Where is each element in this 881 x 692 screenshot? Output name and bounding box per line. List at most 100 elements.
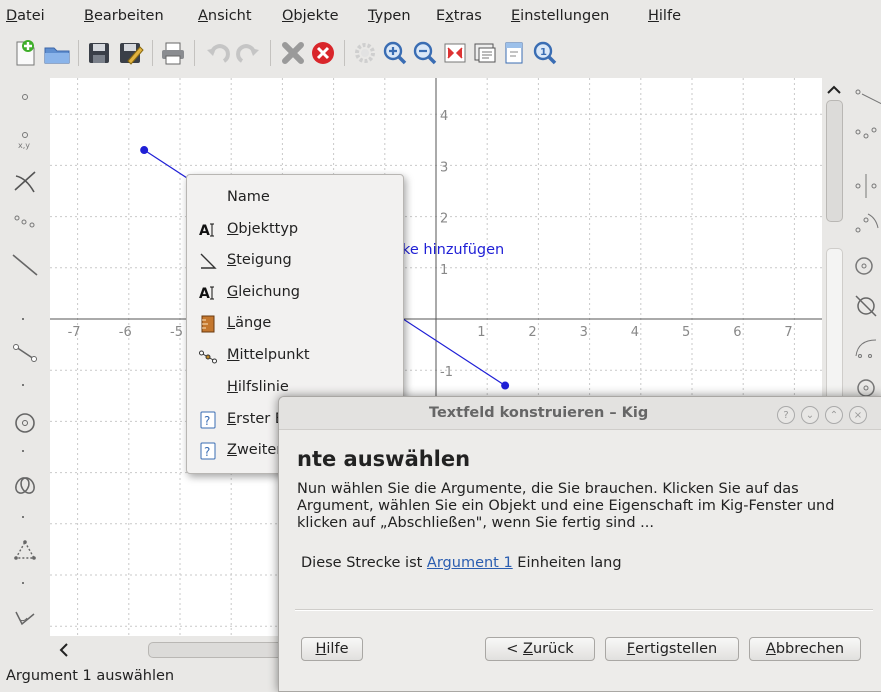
back-button[interactable]: < Zurück: [485, 637, 595, 661]
y-tick-label: 4: [440, 109, 448, 124]
toolbar: 1: [0, 30, 881, 76]
whats-this-icon[interactable]: ?: [777, 406, 795, 424]
delete-icon[interactable]: [278, 38, 308, 68]
svg-text:?: ?: [204, 414, 210, 428]
y-tick-label: 1: [440, 263, 448, 278]
x-tick-label: 7: [784, 325, 792, 340]
save-icon[interactable]: [84, 38, 114, 68]
close-icon[interactable]: ×: [849, 406, 867, 424]
canvas-hint-text: ke hinzufügen: [402, 242, 504, 258]
y-tick-label: 2: [440, 212, 448, 227]
scroll-up-icon[interactable]: [822, 80, 846, 100]
cancel-button[interactable]: Abbrechen: [749, 637, 861, 661]
slope-icon: [199, 252, 217, 270]
multiple-points-icon[interactable]: [8, 204, 42, 238]
ray-tool-icon[interactable]: [852, 82, 881, 112]
dialog-text-template: Diese Strecke ist Argument 1 Einheiten l…: [301, 555, 622, 571]
x-tick-label: -7: [68, 325, 81, 340]
print-icon[interactable]: [158, 38, 188, 68]
dialog-divider: [295, 609, 873, 610]
vertical-scroll-thumb[interactable]: [826, 100, 843, 222]
segment-endpoint-1[interactable]: [140, 146, 149, 155]
text-label-icon: A: [199, 284, 217, 302]
dialog-titlebar[interactable]: Textfeld konstruieren – Kig ? ⌄ ⌃ ×: [279, 397, 881, 430]
parallel-tool-icon[interactable]: [852, 170, 881, 200]
help-button[interactable]: Hilfe: [301, 637, 363, 661]
redo-icon[interactable]: [234, 38, 264, 68]
zoom-area-icon[interactable]: [470, 38, 500, 68]
text-label-icon: A: [199, 221, 217, 239]
new-document-icon[interactable]: [10, 38, 40, 68]
svg-text:x,y: x,y: [18, 141, 30, 150]
svg-text:?: ?: [204, 445, 210, 459]
zoom-out-icon[interactable]: [410, 38, 440, 68]
circle-cross-icon[interactable]: [852, 290, 881, 320]
fit-to-page-icon[interactable]: [440, 38, 470, 68]
dialog-heading: nte auswählen: [297, 447, 471, 471]
svg-text:1: 1: [540, 47, 547, 58]
menu-ansicht[interactable]: Ansicht: [198, 8, 252, 24]
circle-point-icon[interactable]: [852, 250, 881, 280]
status-text: Argument 1 auswählen: [6, 668, 175, 684]
settings-icon[interactable]: [350, 38, 380, 68]
x-tick-label: 5: [682, 325, 690, 340]
menu-typen[interactable]: Typen: [368, 8, 411, 24]
finish-button[interactable]: Fertigstellen: [605, 637, 739, 661]
polygon-tool-icon[interactable]: [8, 534, 42, 568]
construction-toolbar-left: x,y: [0, 78, 50, 658]
construct-textlabel-dialog: Textfeld konstruieren – Kig ? ⌄ ⌃ × nte …: [278, 396, 881, 692]
y-tick-label: 3: [440, 160, 448, 175]
undo-icon[interactable]: [202, 38, 232, 68]
menu-extras[interactable]: Extras: [436, 8, 482, 24]
menu-datei[interactable]: Datei: [6, 8, 45, 24]
help-icon: ?: [199, 411, 217, 429]
segment-tool-icon[interactable]: [8, 336, 42, 370]
svg-text:A: A: [199, 223, 210, 239]
svg-text:A: A: [199, 286, 210, 302]
minimize-icon[interactable]: ⌄: [801, 406, 819, 424]
arc-points-icon[interactable]: [852, 208, 881, 238]
construction-toolbar-right: [846, 78, 881, 408]
ctx-item-laenge[interactable]: Länge: [187, 309, 403, 339]
menu-objekte[interactable]: Objekte: [282, 8, 339, 24]
argument-1-link[interactable]: Argument 1: [427, 555, 513, 571]
x-tick-label: 6: [733, 325, 741, 340]
angle-tool-icon[interactable]: [8, 602, 42, 636]
ruler-icon: [199, 315, 217, 333]
x-tick-label: 4: [631, 325, 639, 340]
dialog-title: Textfeld konstruieren – Kig: [429, 405, 649, 421]
view-icon[interactable]: [500, 38, 530, 68]
point-by-coordinates-icon[interactable]: x,y: [8, 122, 42, 156]
x-tick-label: -5: [170, 325, 183, 340]
menu-bearbeiten[interactable]: Bearbeiten: [84, 8, 164, 24]
ctx-item-name[interactable]: Name: [187, 183, 403, 213]
save-as-icon[interactable]: [116, 38, 146, 68]
conic-tool-icon[interactable]: [8, 470, 42, 504]
segment-endpoint-2[interactable]: [501, 381, 510, 390]
midpoint-icon: [199, 347, 217, 365]
open-folder-icon[interactable]: [42, 38, 72, 68]
ctx-item-objekttyp[interactable]: A Objekttyp: [187, 215, 403, 245]
line-tool-icon[interactable]: [8, 248, 42, 282]
arc-tool-icon[interactable]: [852, 330, 881, 360]
ctx-item-steigung[interactable]: Steigung: [187, 246, 403, 276]
maximize-icon[interactable]: ⌃: [825, 406, 843, 424]
intersection-tool-icon[interactable]: [8, 164, 42, 198]
dialog-instructions: Nun wählen Sie die Argumente, die Sie br…: [297, 481, 835, 531]
ctx-item-mittelpunkt[interactable]: Mittelpunkt: [187, 341, 403, 371]
zoom-1-icon[interactable]: 1: [530, 38, 560, 68]
menu-bar: Datei Bearbeiten Ansicht Objekte Typen E…: [0, 0, 881, 30]
cancel-icon[interactable]: [308, 38, 338, 68]
menu-einstellungen[interactable]: Einstellungen: [511, 8, 609, 24]
x-tick-label: -6: [119, 325, 132, 340]
x-tick-label: 3: [580, 325, 588, 340]
points-tool-icon[interactable]: [852, 118, 881, 148]
help-icon: ?: [199, 442, 217, 460]
ctx-item-gleichung[interactable]: A Gleichung: [187, 278, 403, 308]
circle-tool-icon[interactable]: [8, 406, 42, 440]
scroll-left-icon[interactable]: [54, 640, 74, 660]
x-tick-label: 1: [477, 325, 485, 340]
zoom-in-icon[interactable]: [380, 38, 410, 68]
point-tool-icon[interactable]: [8, 80, 42, 114]
menu-hilfe[interactable]: Hilfe: [648, 8, 681, 24]
